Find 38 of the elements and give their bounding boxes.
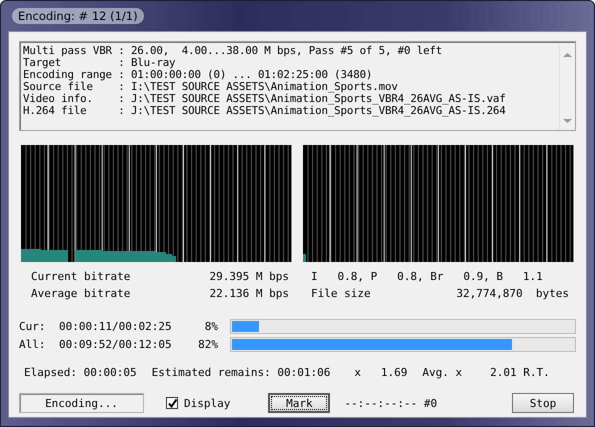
progress-time: 00:00:11/00:02:25 xyxy=(59,320,173,333)
progress-percent: 82% xyxy=(197,338,219,351)
stat-value: 29.395 M bps xyxy=(208,270,289,283)
speed-text: x 1.69 xyxy=(354,366,408,379)
log-line: Target : Blu-ray xyxy=(23,57,176,69)
status-field: Encoding... xyxy=(19,393,144,413)
stat-label: Current bitrate xyxy=(31,270,132,283)
log-line: H.264 file : J:\TEST SOURCE ASSETS\Animation_Sports_VBR4_26AVG_AS-IS.264 xyxy=(23,105,507,117)
mark-button[interactable]: Mark xyxy=(268,393,330,413)
stat-label: Average bitrate xyxy=(31,287,132,300)
checkmark-icon xyxy=(167,398,177,408)
remains-text: Estimated remains: 00:01:06 xyxy=(152,366,330,379)
bitrate-bar xyxy=(41,250,68,262)
stop-button[interactable]: Stop xyxy=(512,393,574,413)
log-line: Multi pass VBR : 26.00, 4.00...38.00 M bps, Pass #5 of 5, #0 left xyxy=(23,45,444,57)
progress-percent: 8% xyxy=(204,320,219,333)
progress-label: Cur: xyxy=(19,320,46,333)
stat-label: I 0.8, P 0.8, Br 0.9, B 1.1 xyxy=(310,270,544,283)
frame-bar xyxy=(303,254,306,262)
scroll-up-icon[interactable] xyxy=(563,52,572,58)
average-label: Avg. x xyxy=(422,366,462,379)
display-checkbox[interactable] xyxy=(166,397,178,409)
log-line: Encoding range : 01:00:00:00 (0) ... 01:02:25:00 (3480) xyxy=(23,69,374,81)
bitrate-bar xyxy=(21,249,41,262)
progress-time: 00:09:52/00:12:05 xyxy=(59,338,173,351)
timecode-text: --:--:--:-- #0 xyxy=(344,396,438,410)
display-label[interactable]: Display xyxy=(184,396,230,410)
bitrate-bar xyxy=(75,250,103,262)
average-value: 2.01 R.T. xyxy=(490,366,550,379)
stat-value: 32,774,870 bytes xyxy=(455,287,569,300)
log-line: Video info. : J:\TEST SOURCE ASSETS\Animation_Sports_VBR4_26AVG_AS-IS.vaf xyxy=(23,93,507,105)
scroll-down-icon[interactable] xyxy=(563,118,572,124)
window-title: Encoding: # 12 (1/1) xyxy=(12,8,144,24)
log-line: Source file : I:\TEST SOURCE ASSETS\Animation_Sports.mov xyxy=(23,81,399,93)
stat-label: File size xyxy=(310,287,372,300)
elapsed-text: Elapsed: 00:00:05 xyxy=(24,366,137,379)
progress-label: All: xyxy=(19,338,46,351)
stat-value: 22.136 M bps xyxy=(208,287,289,300)
